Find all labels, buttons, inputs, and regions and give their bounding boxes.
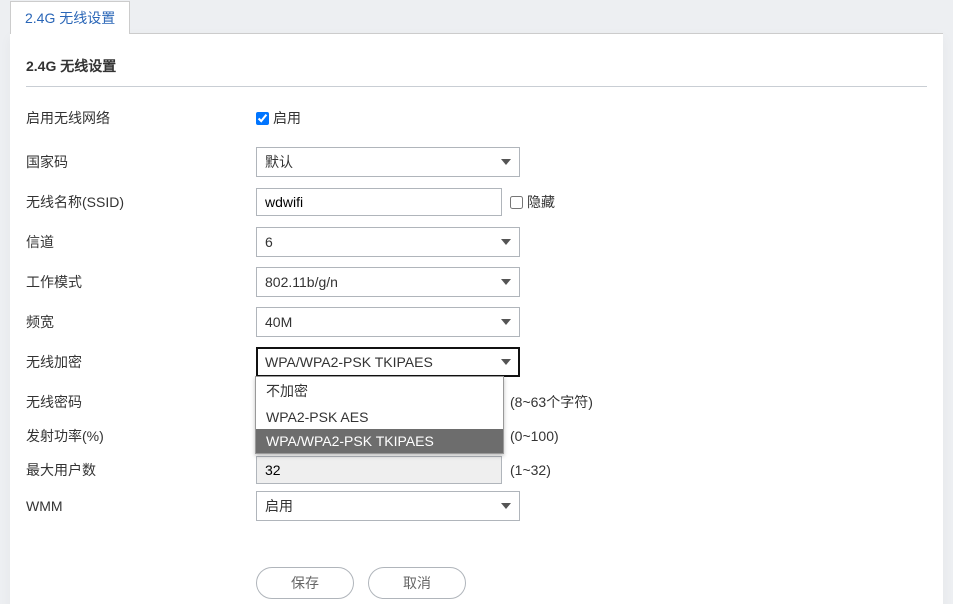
- label-country-code: 国家码: [26, 152, 256, 172]
- checkbox-hide-ssid[interactable]: [510, 196, 523, 209]
- tab-label: 2.4G 无线设置: [25, 10, 115, 26]
- input-ssid[interactable]: [256, 188, 502, 216]
- label-encryption: 无线加密: [26, 352, 256, 372]
- label-channel: 信道: [26, 232, 256, 252]
- label-password: 无线密码: [26, 392, 256, 412]
- chevron-down-icon: [501, 239, 511, 245]
- settings-panel: 2.4G 无线设置 启用无线网络 启用 国家码 默认 无线名称(SSID): [10, 33, 943, 604]
- select-work-mode[interactable]: 802.11b/g/n: [256, 267, 520, 297]
- label-work-mode: 工作模式: [26, 272, 256, 292]
- option-no-encryption[interactable]: 不加密: [256, 377, 503, 405]
- chevron-down-icon: [501, 359, 511, 365]
- chevron-down-icon: [501, 319, 511, 325]
- hint-max-users: (1~32): [510, 462, 551, 478]
- select-wmm-value: 启用: [265, 496, 293, 516]
- save-button[interactable]: 保存: [256, 567, 354, 599]
- select-encryption[interactable]: WPA/WPA2-PSK TKIPAES: [256, 347, 520, 377]
- label-max-users: 最大用户数: [26, 460, 256, 480]
- section-title: 2.4G 无线设置: [26, 46, 927, 80]
- option-wpa2-psk-aes[interactable]: WPA2-PSK AES: [256, 405, 503, 429]
- dropdown-encryption: 不加密 WPA2-PSK AES WPA/WPA2-PSK TKIPAES: [255, 376, 504, 454]
- input-max-users[interactable]: [256, 456, 502, 484]
- hint-password: (8~63个字符): [510, 392, 593, 412]
- label-ssid: 无线名称(SSID): [26, 192, 256, 212]
- chevron-down-icon: [501, 279, 511, 285]
- label-tx-power: 发射功率(%): [26, 426, 256, 446]
- select-channel[interactable]: 6: [256, 227, 520, 257]
- checkbox-enable-label: 启用: [273, 108, 301, 128]
- select-wmm[interactable]: 启用: [256, 491, 520, 521]
- label-wmm: WMM: [26, 498, 256, 514]
- label-hide-ssid: 隐藏: [527, 192, 555, 212]
- chevron-down-icon: [501, 159, 511, 165]
- cancel-button[interactable]: 取消: [368, 567, 466, 599]
- tab-24g-wireless[interactable]: 2.4G 无线设置: [10, 1, 130, 34]
- select-channel-value: 6: [265, 234, 273, 250]
- select-country-code[interactable]: 默认: [256, 147, 520, 177]
- option-wpa-wpa2-psk-tkipaes[interactable]: WPA/WPA2-PSK TKIPAES: [256, 429, 503, 453]
- select-work-mode-value: 802.11b/g/n: [265, 274, 338, 290]
- hint-tx-power: (0~100): [510, 428, 559, 444]
- checkbox-enable-wireless[interactable]: [256, 112, 269, 125]
- select-bandwidth[interactable]: 40M: [256, 307, 520, 337]
- label-enable-wireless: 启用无线网络: [26, 108, 256, 128]
- divider: [26, 86, 927, 87]
- label-bandwidth: 频宽: [26, 312, 256, 332]
- select-country-value: 默认: [265, 152, 293, 172]
- select-encryption-value: WPA/WPA2-PSK TKIPAES: [265, 354, 433, 370]
- chevron-down-icon: [501, 503, 511, 509]
- select-bandwidth-value: 40M: [265, 314, 292, 330]
